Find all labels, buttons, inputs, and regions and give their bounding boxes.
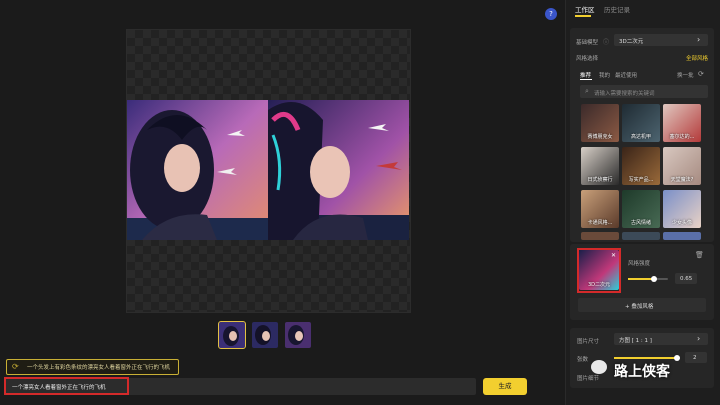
style-tile[interactable]: 写实产品... [622,147,660,185]
style-tile[interactable]: 日式侦察行 [581,147,619,185]
help-icon[interactable]: ? [545,8,557,20]
generate-button[interactable]: 生成 [483,378,527,395]
style-tile[interactable]: 塞尔达的... [663,104,701,142]
style-tile[interactable]: 高达机甲 [622,104,660,142]
tab-history[interactable]: 历史记录 [604,4,630,14]
watermark-text: 路上侠客 [614,364,670,380]
history-prompt-text: 一个头发上有彩色条纹的漂亮女人看着窗外正在飞行的飞机 [27,365,171,371]
active-tab-indicator [575,15,591,17]
generated-image-1[interactable] [127,100,268,240]
chevron-right-icon: › [697,334,701,343]
style-tab-mine[interactable]: 我的 [599,71,610,79]
style-tile[interactable]: 少女头像 [663,190,701,228]
chevron-right-icon: › [697,35,701,44]
style-tile[interactable] [622,232,660,240]
wechat-logo-icon [591,360,607,374]
base-model-label: 基础模型 [576,40,599,46]
generated-image-2[interactable] [268,100,409,240]
style-tile[interactable] [581,232,619,240]
thumbnail-3[interactable] [285,322,311,348]
remove-style-icon[interactable]: ✕ [611,252,616,259]
strength-value: 0.65 [680,276,693,282]
strength-slider-knob[interactable] [651,276,657,282]
style-tile[interactable]: 赛博朋克女 [581,104,619,142]
count-label: 张数 [577,357,589,363]
style-search-placeholder: 请输入需要搜索的关键词 [594,91,655,97]
thumbnail-2[interactable] [252,322,278,348]
count-value: 2 [693,355,697,361]
size-value: 方图 [ 1 : 1 ] [619,338,652,344]
refresh-icon: ⟳ [12,362,19,371]
count-slider-knob[interactable] [673,355,680,361]
add-style-label: + 叠加风格 [625,304,654,310]
style-tile[interactable] [663,232,701,240]
style-tab-indicator [580,79,592,80]
size-label: 图片尺寸 [577,339,600,345]
detail-label: 图片细节 [577,376,600,382]
style-tile[interactable]: 天堂魔法? [663,147,701,185]
style-strength-label: 风格强度 [628,261,651,267]
prompt-highlight-box [4,377,129,395]
style-tab-recent[interactable]: 最近使用 [615,71,637,79]
style-select-label: 风格选择 [576,56,599,62]
tab-workspace[interactable]: 工作区 [575,4,595,14]
style-tab-recommended[interactable]: 推荐 [580,71,591,79]
base-model-value: 3D二次元 [619,39,644,45]
search-icon: ⌕ [585,87,589,95]
trash-icon[interactable]: 🗑 [695,251,704,259]
style-tile[interactable]: 古风情绪 [622,190,660,228]
thumbnail-1[interactable] [218,321,246,349]
refresh-icon: ⟳ [698,70,704,78]
info-icon: ⓘ [603,39,610,46]
count-slider-fill [614,357,677,359]
style-tile[interactable]: 卡通风格... [581,190,619,228]
history-prompt-chip[interactable]: ⟳ 一个头发上有彩色条纹的漂亮女人看着窗外正在飞行的飞机 [6,359,179,375]
refresh-batch-button[interactable]: 换一批 [677,71,694,79]
all-styles-link[interactable]: 全部风格 [686,54,708,62]
